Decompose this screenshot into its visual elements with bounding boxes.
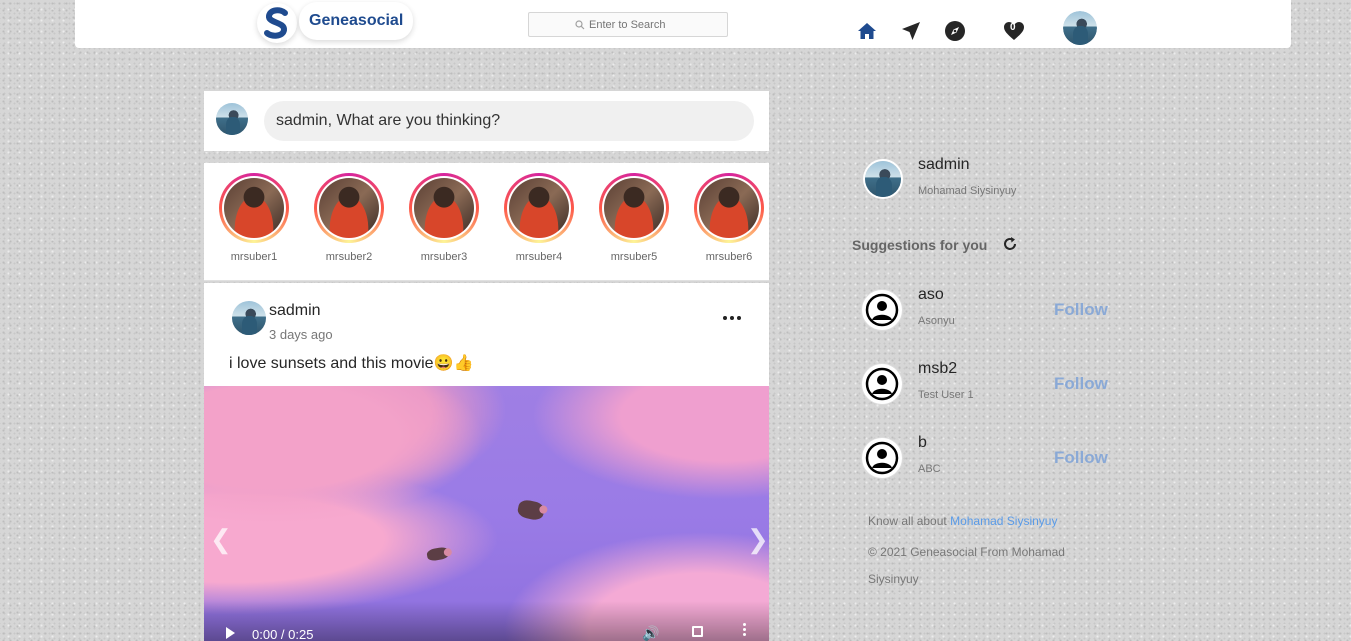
- follow-button[interactable]: Follow: [1054, 448, 1108, 468]
- story-name: mrsuber1: [230, 251, 278, 263]
- avatar-image: [1063, 11, 1097, 45]
- story-ring: [694, 173, 764, 243]
- suggestion-fullname: Asonyu: [918, 315, 955, 327]
- follow-button[interactable]: Follow: [1054, 374, 1108, 394]
- fullscreen-icon[interactable]: [692, 626, 703, 637]
- story-item[interactable]: mrsuber5: [599, 173, 669, 263]
- suggestion-item: aso Asonyu Follow: [860, 286, 1120, 336]
- stories-bar: mrsuber1 mrsuber2 mrsuber3 mrsuber4 mrsu…: [204, 163, 769, 281]
- home-icon[interactable]: [856, 20, 878, 42]
- suggestion-username[interactable]: b: [918, 434, 927, 452]
- post-author-avatar[interactable]: [232, 301, 266, 335]
- story-name: mrsuber5: [610, 251, 658, 263]
- story-avatar: [414, 178, 474, 238]
- suggestion-fullname: ABC: [918, 463, 941, 475]
- carousel-prev-icon[interactable]: ❮: [210, 524, 232, 555]
- story-avatar: [224, 178, 284, 238]
- s-logo-icon: [264, 7, 288, 39]
- story-ring: [409, 173, 479, 243]
- post-caption: i love sunsets and this movie😀👍: [229, 355, 474, 372]
- likes-heart-icon[interactable]: 0: [1003, 20, 1025, 42]
- refresh-icon[interactable]: [1001, 235, 1019, 253]
- current-user-fullname: Mohamad Siysinyuy: [918, 185, 1017, 197]
- current-username[interactable]: sadmin: [918, 156, 970, 174]
- search-icon: [575, 19, 585, 29]
- suggestion-fullname: Test User 1: [918, 389, 974, 401]
- story-item[interactable]: mrsuber4: [504, 173, 574, 263]
- composer-avatar: [216, 103, 248, 135]
- story-name: mrsuber6: [705, 251, 753, 263]
- suggestion-username[interactable]: aso: [918, 286, 944, 304]
- footer-about-text: Know all about: [868, 514, 947, 528]
- video-frame-object: [426, 546, 450, 562]
- story-ring: [599, 173, 669, 243]
- notification-count: 0: [1010, 22, 1016, 33]
- video-time: 0:00 / 0:25: [252, 627, 314, 641]
- top-nav-bar: Geneasocial 0: [75, 0, 1291, 48]
- default-user-icon[interactable]: [862, 290, 902, 330]
- post-timestamp: 3 days ago: [269, 327, 333, 342]
- brand-name[interactable]: Geneasocial: [299, 2, 414, 40]
- story-avatar: [604, 178, 664, 238]
- direct-send-icon[interactable]: [900, 20, 922, 42]
- story-item[interactable]: mrsuber2: [314, 173, 384, 263]
- suggestions-title: Suggestions for you: [852, 237, 988, 253]
- suggestion-username[interactable]: msb2: [918, 360, 957, 378]
- story-ring: [314, 173, 384, 243]
- footer-author-link[interactable]: Mohamad Siysinyuy: [950, 514, 1057, 528]
- story-avatar: [319, 178, 379, 238]
- search-input[interactable]: [589, 18, 681, 31]
- video-frame-object: [516, 498, 546, 522]
- composer-input[interactable]: sadmin, What are you thinking?: [264, 101, 754, 141]
- story-item[interactable]: mrsuber3: [409, 173, 479, 263]
- current-user-avatar[interactable]: [863, 159, 903, 199]
- profile-avatar[interactable]: [1063, 11, 1097, 45]
- post-composer: sadmin, What are you thinking?: [204, 91, 769, 151]
- logo-icon[interactable]: [257, 3, 297, 43]
- carousel-next-icon[interactable]: ❯: [747, 524, 769, 555]
- feed-post: sadmin 3 days ago i love sunsets and thi…: [204, 283, 769, 641]
- story-name: mrsuber3: [420, 251, 468, 263]
- explore-compass-icon[interactable]: [944, 20, 966, 42]
- volume-icon[interactable]: 🔊: [642, 625, 659, 641]
- search-box[interactable]: [528, 12, 728, 37]
- post-author[interactable]: sadmin: [269, 302, 321, 320]
- video-controls: 0:00 / 0:25 🔊: [204, 601, 769, 641]
- follow-button[interactable]: Follow: [1054, 300, 1108, 320]
- story-name: mrsuber2: [325, 251, 373, 263]
- story-ring: [504, 173, 574, 243]
- story-item[interactable]: mrsuber1: [219, 173, 289, 263]
- video-more-icon[interactable]: [743, 623, 746, 636]
- story-avatar: [509, 178, 569, 238]
- footer-about: Know all about Mohamad Siysinyuy: [868, 514, 1057, 528]
- story-avatar: [699, 178, 759, 238]
- more-options-icon[interactable]: [720, 311, 744, 325]
- post-video[interactable]: ❮ ❯ 0:00 / 0:25 🔊: [204, 386, 769, 641]
- story-item[interactable]: mrsuber6: [694, 173, 764, 263]
- suggestion-item: b ABC Follow: [860, 434, 1120, 484]
- play-icon[interactable]: [226, 627, 235, 639]
- default-user-icon[interactable]: [862, 364, 902, 404]
- story-name: mrsuber4: [515, 251, 563, 263]
- story-ring: [219, 173, 289, 243]
- footer-copyright: © 2021 Geneasocial From Mohamad Siysinyu…: [868, 545, 1065, 586]
- default-user-icon[interactable]: [862, 438, 902, 478]
- suggestion-item: msb2 Test User 1 Follow: [860, 360, 1120, 410]
